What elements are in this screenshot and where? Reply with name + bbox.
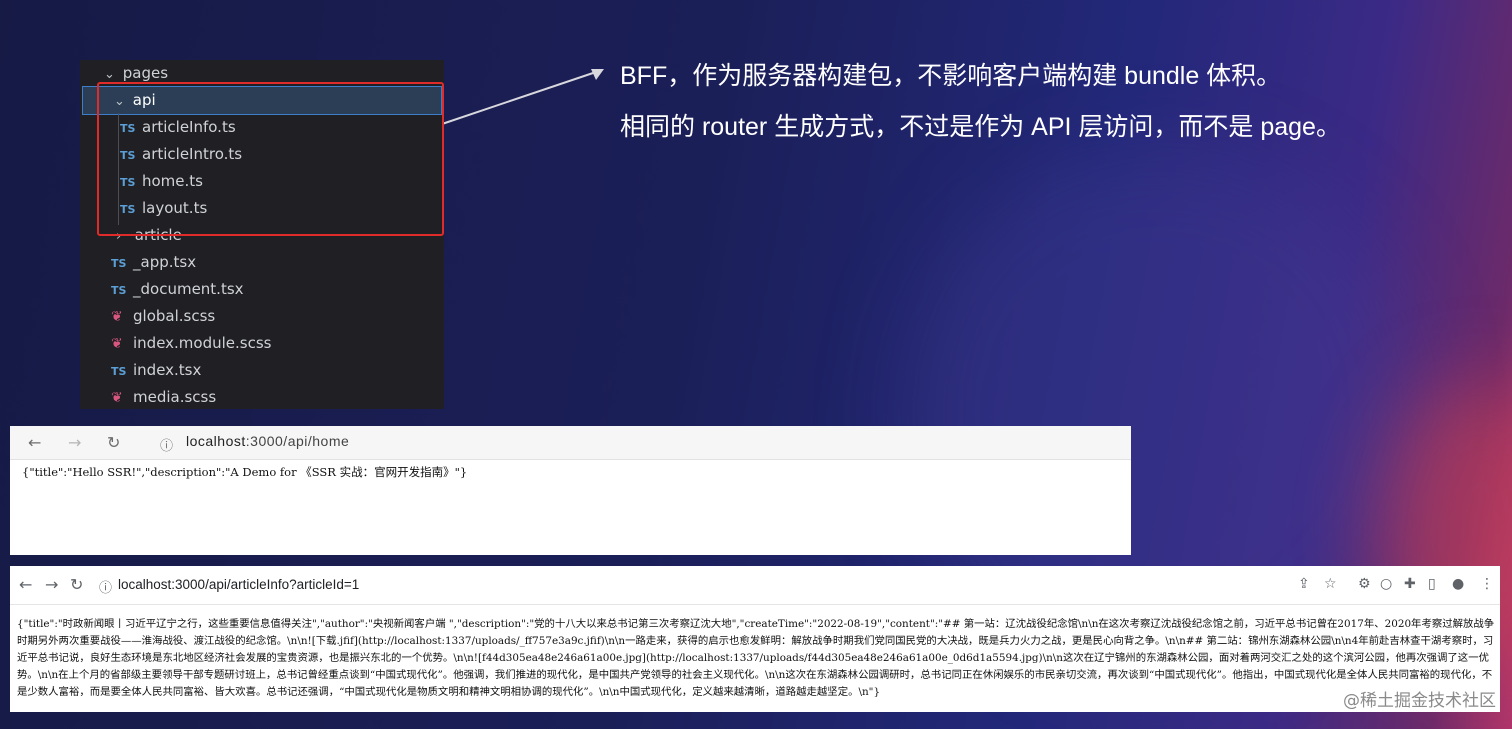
address-bar[interactable]: localhost:3000/api/home bbox=[186, 433, 349, 449]
profile-avatar-icon[interactable]: ● bbox=[1452, 576, 1464, 592]
highlight-box-api-folder bbox=[97, 82, 444, 236]
extension-icon[interactable]: ⚙ bbox=[1358, 576, 1371, 592]
puzzle-icon[interactable]: ✚ bbox=[1404, 576, 1416, 592]
typescript-icon: TS bbox=[111, 365, 127, 378]
sass-icon: ❦ bbox=[111, 390, 123, 406]
share-icon[interactable]: ⇪ bbox=[1298, 576, 1310, 592]
url-path: :3000/api/home bbox=[245, 433, 350, 449]
tree-item-label: media.scss bbox=[133, 388, 217, 406]
tree-file-index-module-scss[interactable]: ❦ index.module.scss bbox=[111, 330, 271, 357]
sass-icon: ❦ bbox=[111, 336, 123, 352]
tree-item-label: pages bbox=[122, 64, 169, 82]
json-response: {"title":"Hello SSR!","description":"A D… bbox=[22, 465, 468, 479]
address-bar[interactable]: localhost:3000/api/articleInfo?articleId… bbox=[118, 577, 359, 592]
info-icon: ⓘ bbox=[160, 439, 174, 454]
circle-extension-icon[interactable]: ○ bbox=[1380, 576, 1392, 592]
browser-toolbar: ← → ↻ ⓘ localhost:3000/api/home bbox=[10, 426, 1131, 460]
bookmark-star-icon[interactable]: ☆ bbox=[1324, 576, 1337, 592]
tree-file-document[interactable]: TS _document.tsx bbox=[111, 276, 244, 303]
watermark: @稀土掘金技术社区 bbox=[1343, 691, 1496, 711]
url-host: localhost bbox=[186, 433, 246, 449]
info-icon: ⓘ bbox=[99, 581, 113, 596]
json-response: {"title":"时政新闻眼丨习近平辽宁之行，这些重要信息值得关注","aut… bbox=[17, 618, 1495, 698]
back-arrow-icon[interactable]: ← bbox=[19, 575, 32, 594]
typescript-icon: TS bbox=[111, 257, 127, 270]
menu-kebab-icon[interactable]: ⋮ bbox=[1480, 576, 1494, 592]
description-line-2: 相同的 router 生成方式，不过是作为 API 层访问，而不是 page。 bbox=[620, 113, 1341, 141]
forward-arrow-icon[interactable]: → bbox=[68, 433, 81, 452]
browser-toolbar: ← → ↻ ⓘ localhost:3000/api/articleInfo?a… bbox=[10, 566, 1500, 605]
forward-arrow-icon[interactable]: → bbox=[45, 575, 58, 594]
tree-item-label: index.module.scss bbox=[133, 334, 272, 352]
reload-icon[interactable]: ↻ bbox=[70, 575, 83, 594]
browser-window-article: ← → ↻ ⓘ localhost:3000/api/articleInfo?a… bbox=[10, 566, 1500, 712]
sidebar-icon[interactable]: ▯ bbox=[1428, 576, 1436, 592]
tree-file-global-scss[interactable]: ❦ global.scss bbox=[111, 303, 215, 330]
description-line-1: BFF，作为服务器构建包，不影响客户端构建 bundle 体积。 bbox=[620, 62, 1282, 90]
tree-item-label: _document.tsx bbox=[133, 280, 244, 298]
tree-item-label: index.tsx bbox=[133, 361, 202, 379]
tree-item-label: _app.tsx bbox=[133, 253, 197, 271]
back-arrow-icon[interactable]: ← bbox=[28, 433, 41, 452]
tree-file-media-scss[interactable]: ❦ media.scss bbox=[111, 384, 216, 411]
sass-icon: ❦ bbox=[111, 309, 123, 325]
reload-icon[interactable]: ↻ bbox=[107, 433, 120, 452]
tree-item-label: global.scss bbox=[133, 307, 216, 325]
tree-file-app[interactable]: TS _app.tsx bbox=[111, 249, 196, 276]
browser-window-home: ← → ↻ ⓘ localhost:3000/api/home {"title"… bbox=[10, 426, 1131, 555]
typescript-icon: TS bbox=[111, 284, 127, 297]
tree-file-index-tsx[interactable]: TS index.tsx bbox=[111, 357, 201, 384]
